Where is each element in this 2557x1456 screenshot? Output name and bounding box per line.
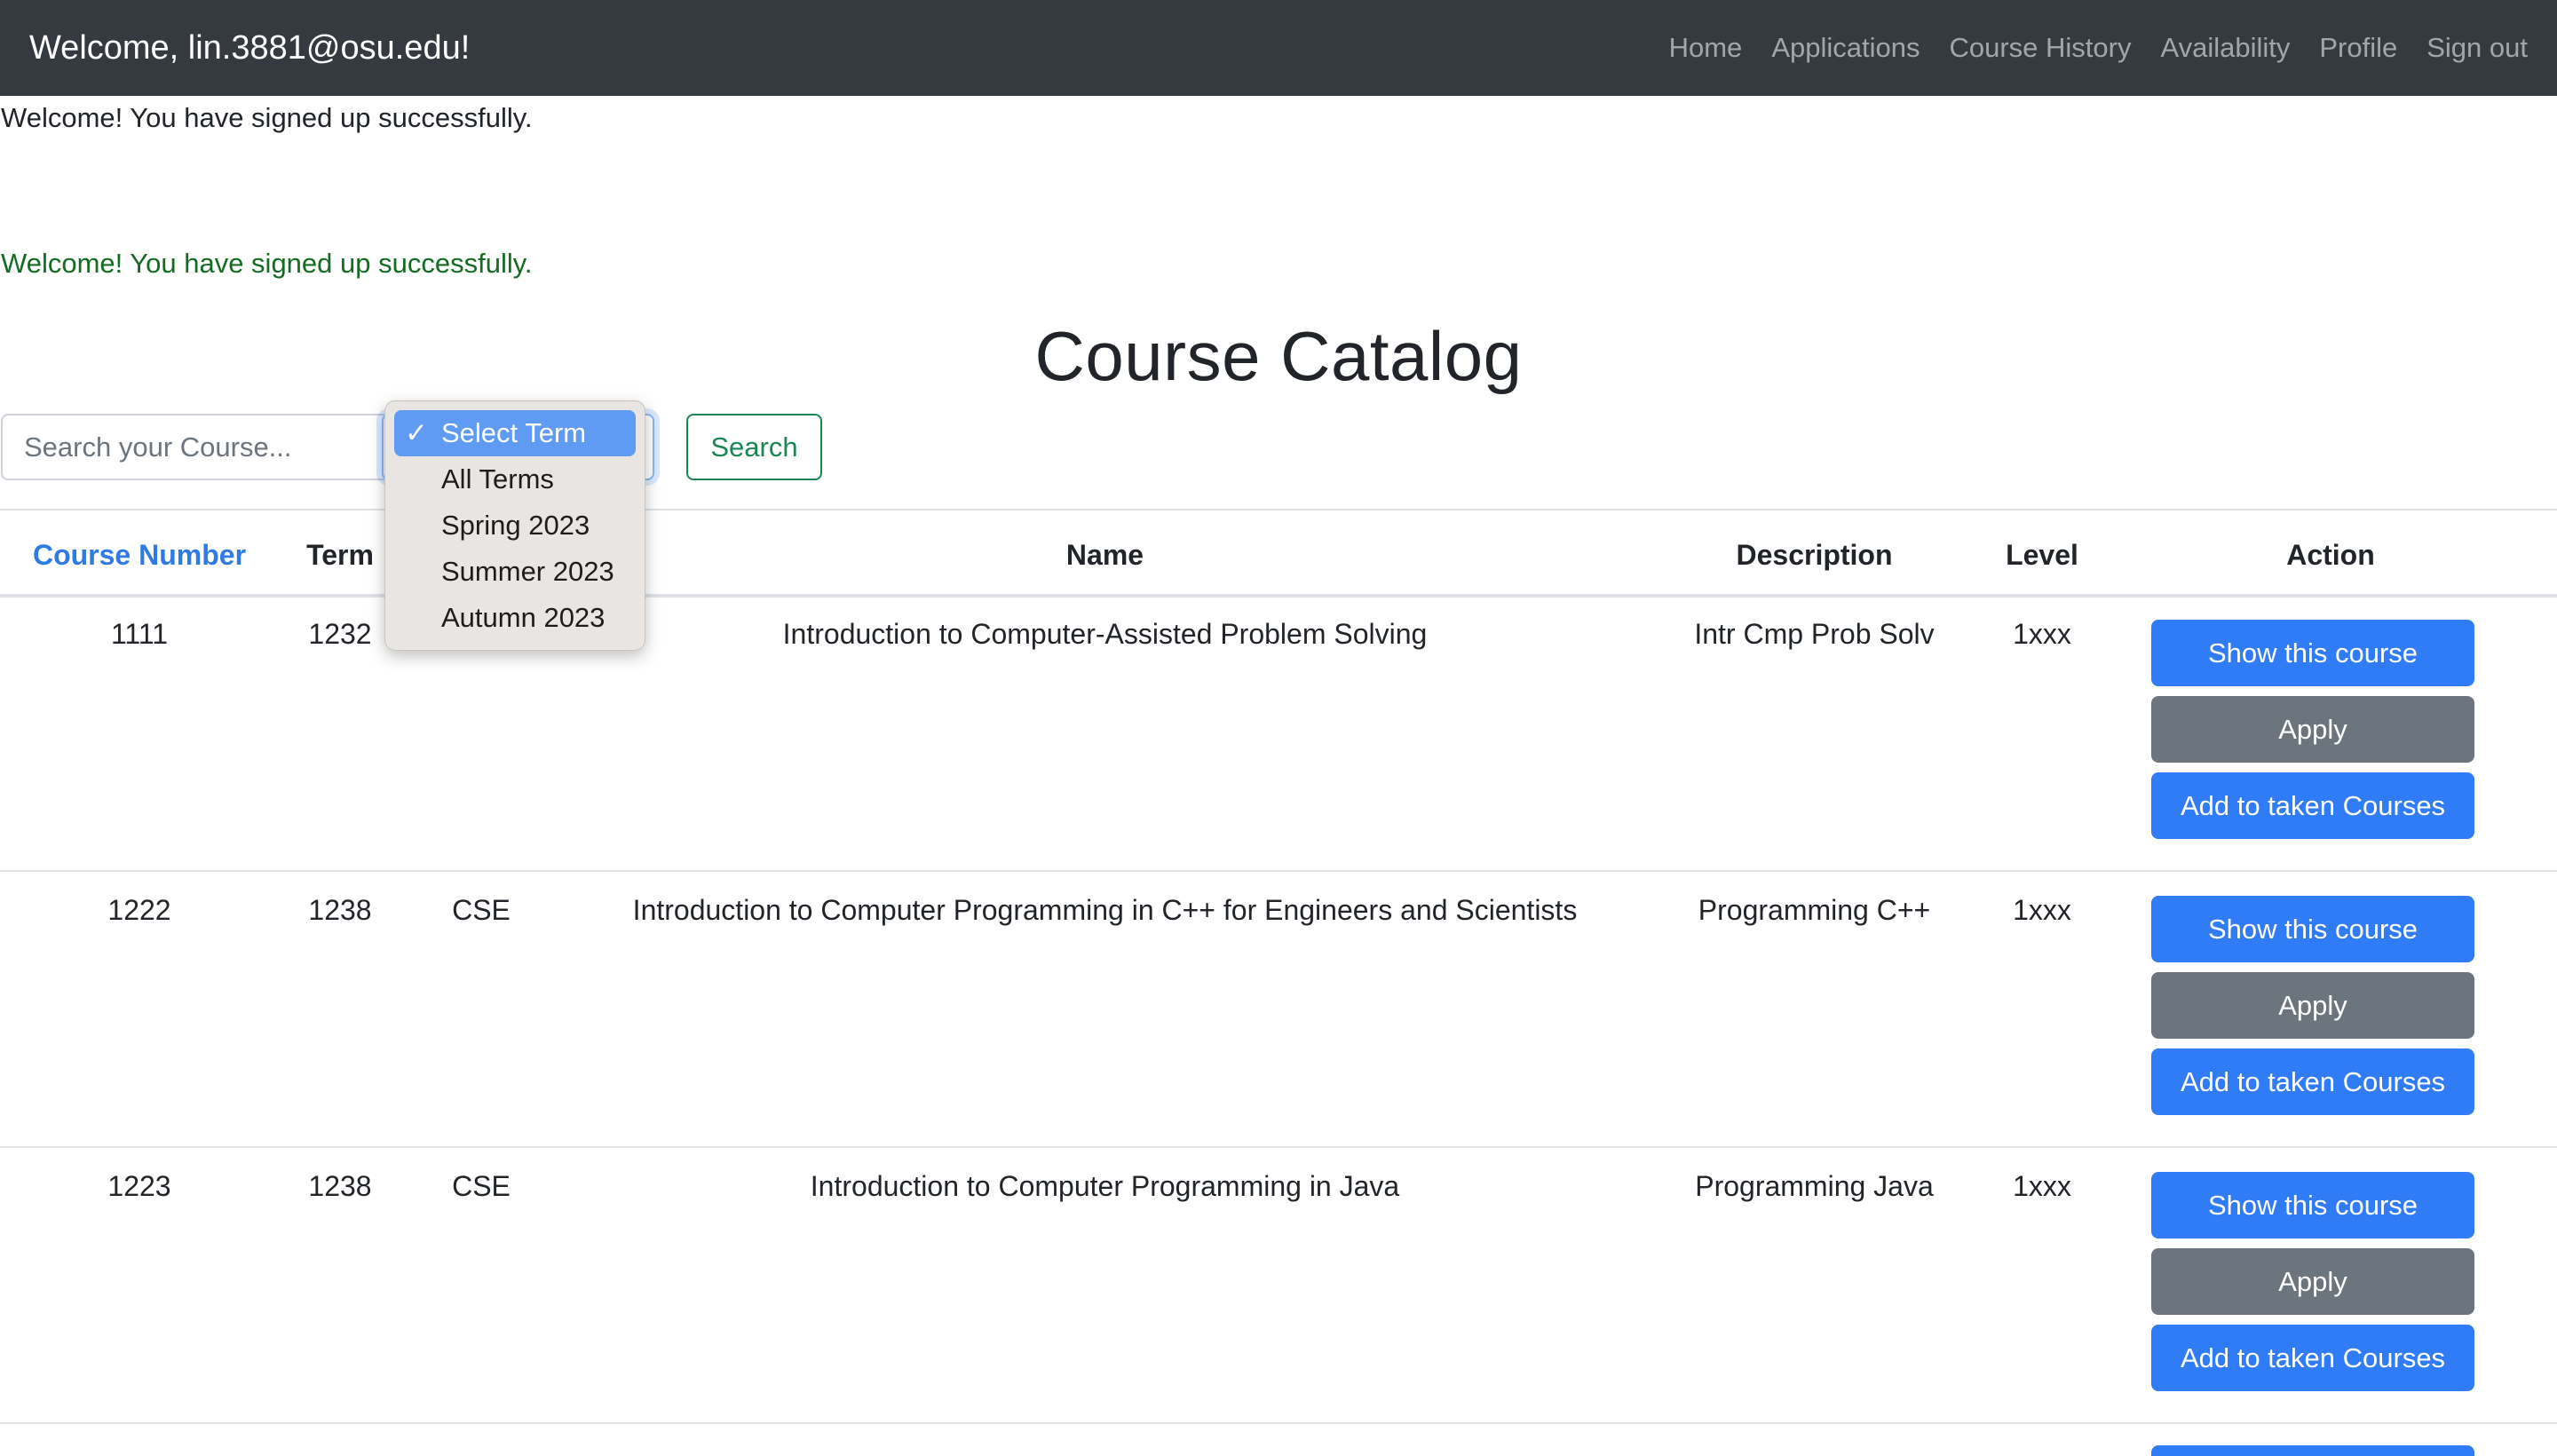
checkmark-icon: ✓ bbox=[405, 417, 428, 448]
top-navbar: Welcome, lin.3881@osu.edu! Home Applicat… bbox=[0, 0, 2557, 96]
cell-term: 1238 bbox=[308, 894, 372, 926]
alert-message: Welcome! You have signed up successfully… bbox=[1, 248, 533, 279]
cell-course-number: 1223 bbox=[107, 1170, 171, 1202]
search-button[interactable]: Search bbox=[686, 414, 822, 480]
cell-description: Intr Cmp Prob Solv bbox=[1694, 618, 1935, 650]
cell-course-number: 1222 bbox=[107, 894, 171, 926]
header-description: Description bbox=[1736, 539, 1893, 571]
cell-level: 1xxx bbox=[2013, 618, 2071, 650]
nav-links: Home Applications Course History Availab… bbox=[1669, 32, 2528, 64]
table-row: 1222 1238 CSE Introduction to Computer P… bbox=[0, 874, 2557, 1148]
term-option-select-term[interactable]: ✓ Select Term bbox=[394, 410, 636, 456]
add-taken-course-button[interactable]: Add to taken Courses bbox=[2151, 1325, 2474, 1391]
cell-level: 1xxx bbox=[2013, 894, 2071, 926]
header-action: Action bbox=[2286, 539, 2375, 571]
cell-description: Programming Java bbox=[1695, 1170, 1934, 1202]
apply-button[interactable]: Apply bbox=[2151, 1248, 2474, 1315]
term-option-all-terms[interactable]: All Terms bbox=[394, 456, 636, 502]
add-taken-course-button[interactable]: Add to taken Courses bbox=[2151, 1048, 2474, 1115]
navbar-brand[interactable]: Welcome, lin.3881@osu.edu! bbox=[29, 29, 470, 67]
show-course-button[interactable]: Show this course bbox=[2151, 896, 2474, 962]
table-row: 1223 1238 CSE Introduction to Computer P… bbox=[0, 1150, 2557, 1424]
nav-link-home[interactable]: Home bbox=[1669, 32, 1743, 64]
nav-link-sign-out[interactable]: Sign out bbox=[2426, 32, 2528, 64]
cell-course-number: 1111 bbox=[110, 618, 169, 650]
cell-name: Introduction to Computer Programming in … bbox=[810, 1170, 1400, 1202]
apply-button[interactable]: Apply bbox=[2151, 696, 2474, 763]
nav-link-availability[interactable]: Availability bbox=[2160, 32, 2290, 64]
cell-name: Introduction to Computer-Assisted Proble… bbox=[782, 618, 1428, 650]
nav-link-profile[interactable]: Profile bbox=[2319, 32, 2397, 64]
table-row: 1111 1232 CSE Introduction to Computer-A… bbox=[0, 597, 2557, 872]
notice-message: Welcome! You have signed up successfully… bbox=[1, 102, 533, 133]
cell-subject: CSE bbox=[452, 894, 511, 926]
header-course-number[interactable]: Course Number bbox=[0, 510, 279, 599]
nav-link-course-history[interactable]: Course History bbox=[1949, 32, 2131, 64]
add-taken-course-button[interactable]: Add to taken Courses bbox=[2151, 772, 2474, 839]
cell-description: Programming C++ bbox=[1698, 894, 1931, 926]
table-header: Course Number Term Name Description Leve… bbox=[0, 509, 2557, 597]
header-term: Term bbox=[306, 539, 374, 571]
show-course-button-partial[interactable] bbox=[2151, 1445, 2474, 1456]
term-dropdown-menu: ✓ Select Term All Terms Spring 2023 Summ… bbox=[384, 400, 645, 651]
header-level: Level bbox=[2006, 539, 2078, 571]
term-option-autumn-2023[interactable]: Autumn 2023 bbox=[394, 595, 636, 641]
cell-term: 1232 bbox=[308, 618, 372, 650]
page-title: Course Catalog bbox=[1034, 317, 1523, 395]
cell-level: 1xxx bbox=[2013, 1170, 2071, 1202]
term-option-spring-2023[interactable]: Spring 2023 bbox=[394, 502, 636, 549]
cell-term: 1238 bbox=[308, 1170, 372, 1202]
term-option-label: Select Term bbox=[441, 417, 587, 448]
search-input[interactable] bbox=[1, 414, 445, 480]
term-option-summer-2023[interactable]: Summer 2023 bbox=[394, 549, 636, 595]
apply-button[interactable]: Apply bbox=[2151, 972, 2474, 1039]
show-course-button[interactable]: Show this course bbox=[2151, 620, 2474, 686]
nav-link-applications[interactable]: Applications bbox=[1771, 32, 1920, 64]
cell-subject: CSE bbox=[452, 1170, 511, 1202]
header-name: Name bbox=[1065, 539, 1144, 571]
cell-name: Introduction to Computer Programming in … bbox=[632, 894, 1578, 926]
show-course-button[interactable]: Show this course bbox=[2151, 1172, 2474, 1238]
